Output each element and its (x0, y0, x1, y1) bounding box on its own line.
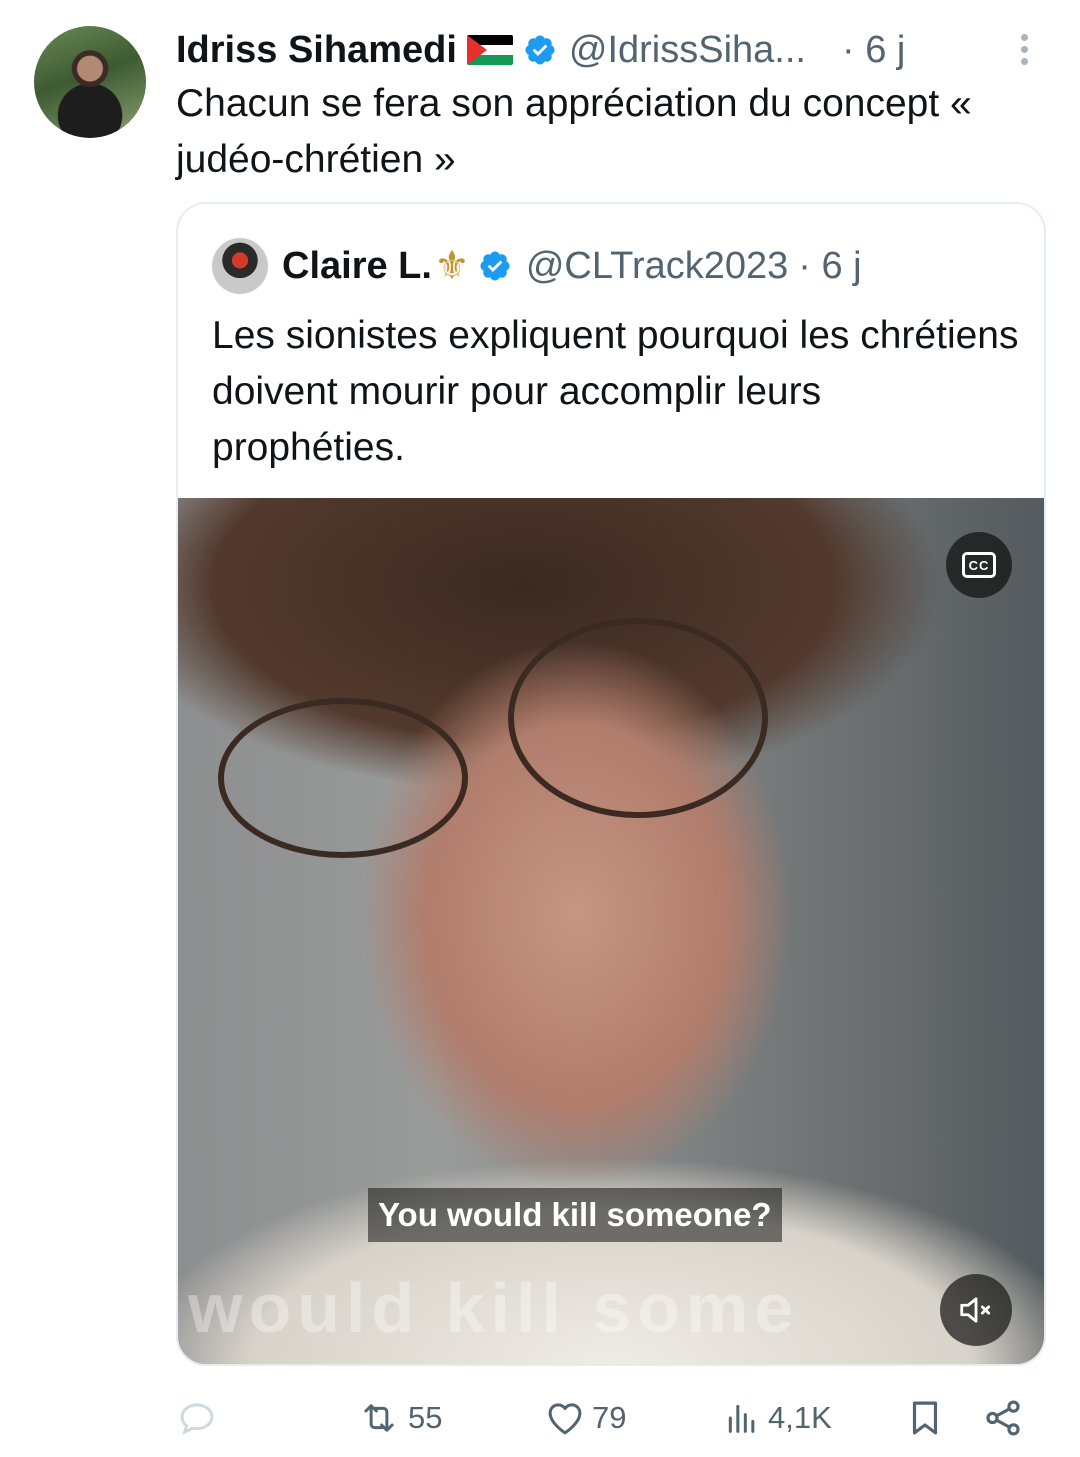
quote-time[interactable]: · 6 j (798, 245, 861, 288)
quote-handle[interactable]: @CLTrack2023 (526, 245, 788, 288)
retweet-icon (364, 1404, 394, 1432)
mute-icon (960, 1297, 991, 1323)
cc-icon: CC (962, 552, 996, 578)
quote-header: Claire L. ⚜ @CLTrack2023 · 6 j (212, 236, 862, 296)
retweet-count: 55 (408, 1400, 443, 1435)
verified-icon (480, 251, 510, 281)
author-avatar[interactable] (34, 26, 146, 138)
share-button[interactable] (982, 1390, 1024, 1446)
like-count: 79 (592, 1400, 627, 1435)
share-icon (986, 1400, 1020, 1436)
more-icon[interactable] (1014, 30, 1034, 70)
author-handle[interactable]: @IdrissSiha... (569, 29, 806, 72)
retweet-button[interactable]: 55 (356, 1390, 442, 1446)
video-player[interactable]: would kill some You would kill someone? … (178, 498, 1044, 1364)
quote-author-name[interactable]: Claire L. (282, 245, 432, 288)
like-icon (548, 1403, 582, 1435)
bookmark-button[interactable] (904, 1390, 946, 1446)
views-button[interactable]: 4,1K (722, 1390, 832, 1446)
verified-icon (525, 35, 555, 65)
tweet-header: Idriss Sihamedi @IdrissSiha... · 6 j (176, 26, 1056, 74)
video-background-caption: would kill some (188, 1269, 800, 1347)
video-frame-detail (508, 618, 768, 818)
tweet-time[interactable]: · 6 j (842, 29, 905, 72)
fleur-de-lis-icon: ⚜ (433, 244, 470, 288)
bookmark-icon (912, 1401, 938, 1435)
views-count: 4,1K (768, 1400, 832, 1435)
quote-avatar[interactable] (212, 238, 268, 294)
like-button[interactable]: 79 (544, 1390, 626, 1446)
action-bar: 55 79 4,1K (0, 1390, 1080, 1450)
reply-icon (180, 1403, 214, 1435)
quoted-tweet[interactable]: Claire L. ⚜ @CLTrack2023 · 6 j Les sioni… (176, 202, 1046, 1366)
views-icon (728, 1404, 755, 1433)
video-subtitle: You would kill someone? (368, 1188, 782, 1242)
video-frame-detail (218, 698, 468, 858)
cc-button[interactable]: CC (946, 532, 1012, 598)
quote-text: Les sionistes expliquent pourquoi les ch… (212, 314, 1019, 469)
reply-button[interactable] (176, 1390, 218, 1446)
author-name[interactable]: Idriss Sihamedi (176, 29, 457, 72)
mute-button[interactable] (940, 1274, 1012, 1346)
tweet-text: Chacun se fera son appréciation du conce… (176, 82, 972, 181)
flag-icon (466, 35, 513, 65)
